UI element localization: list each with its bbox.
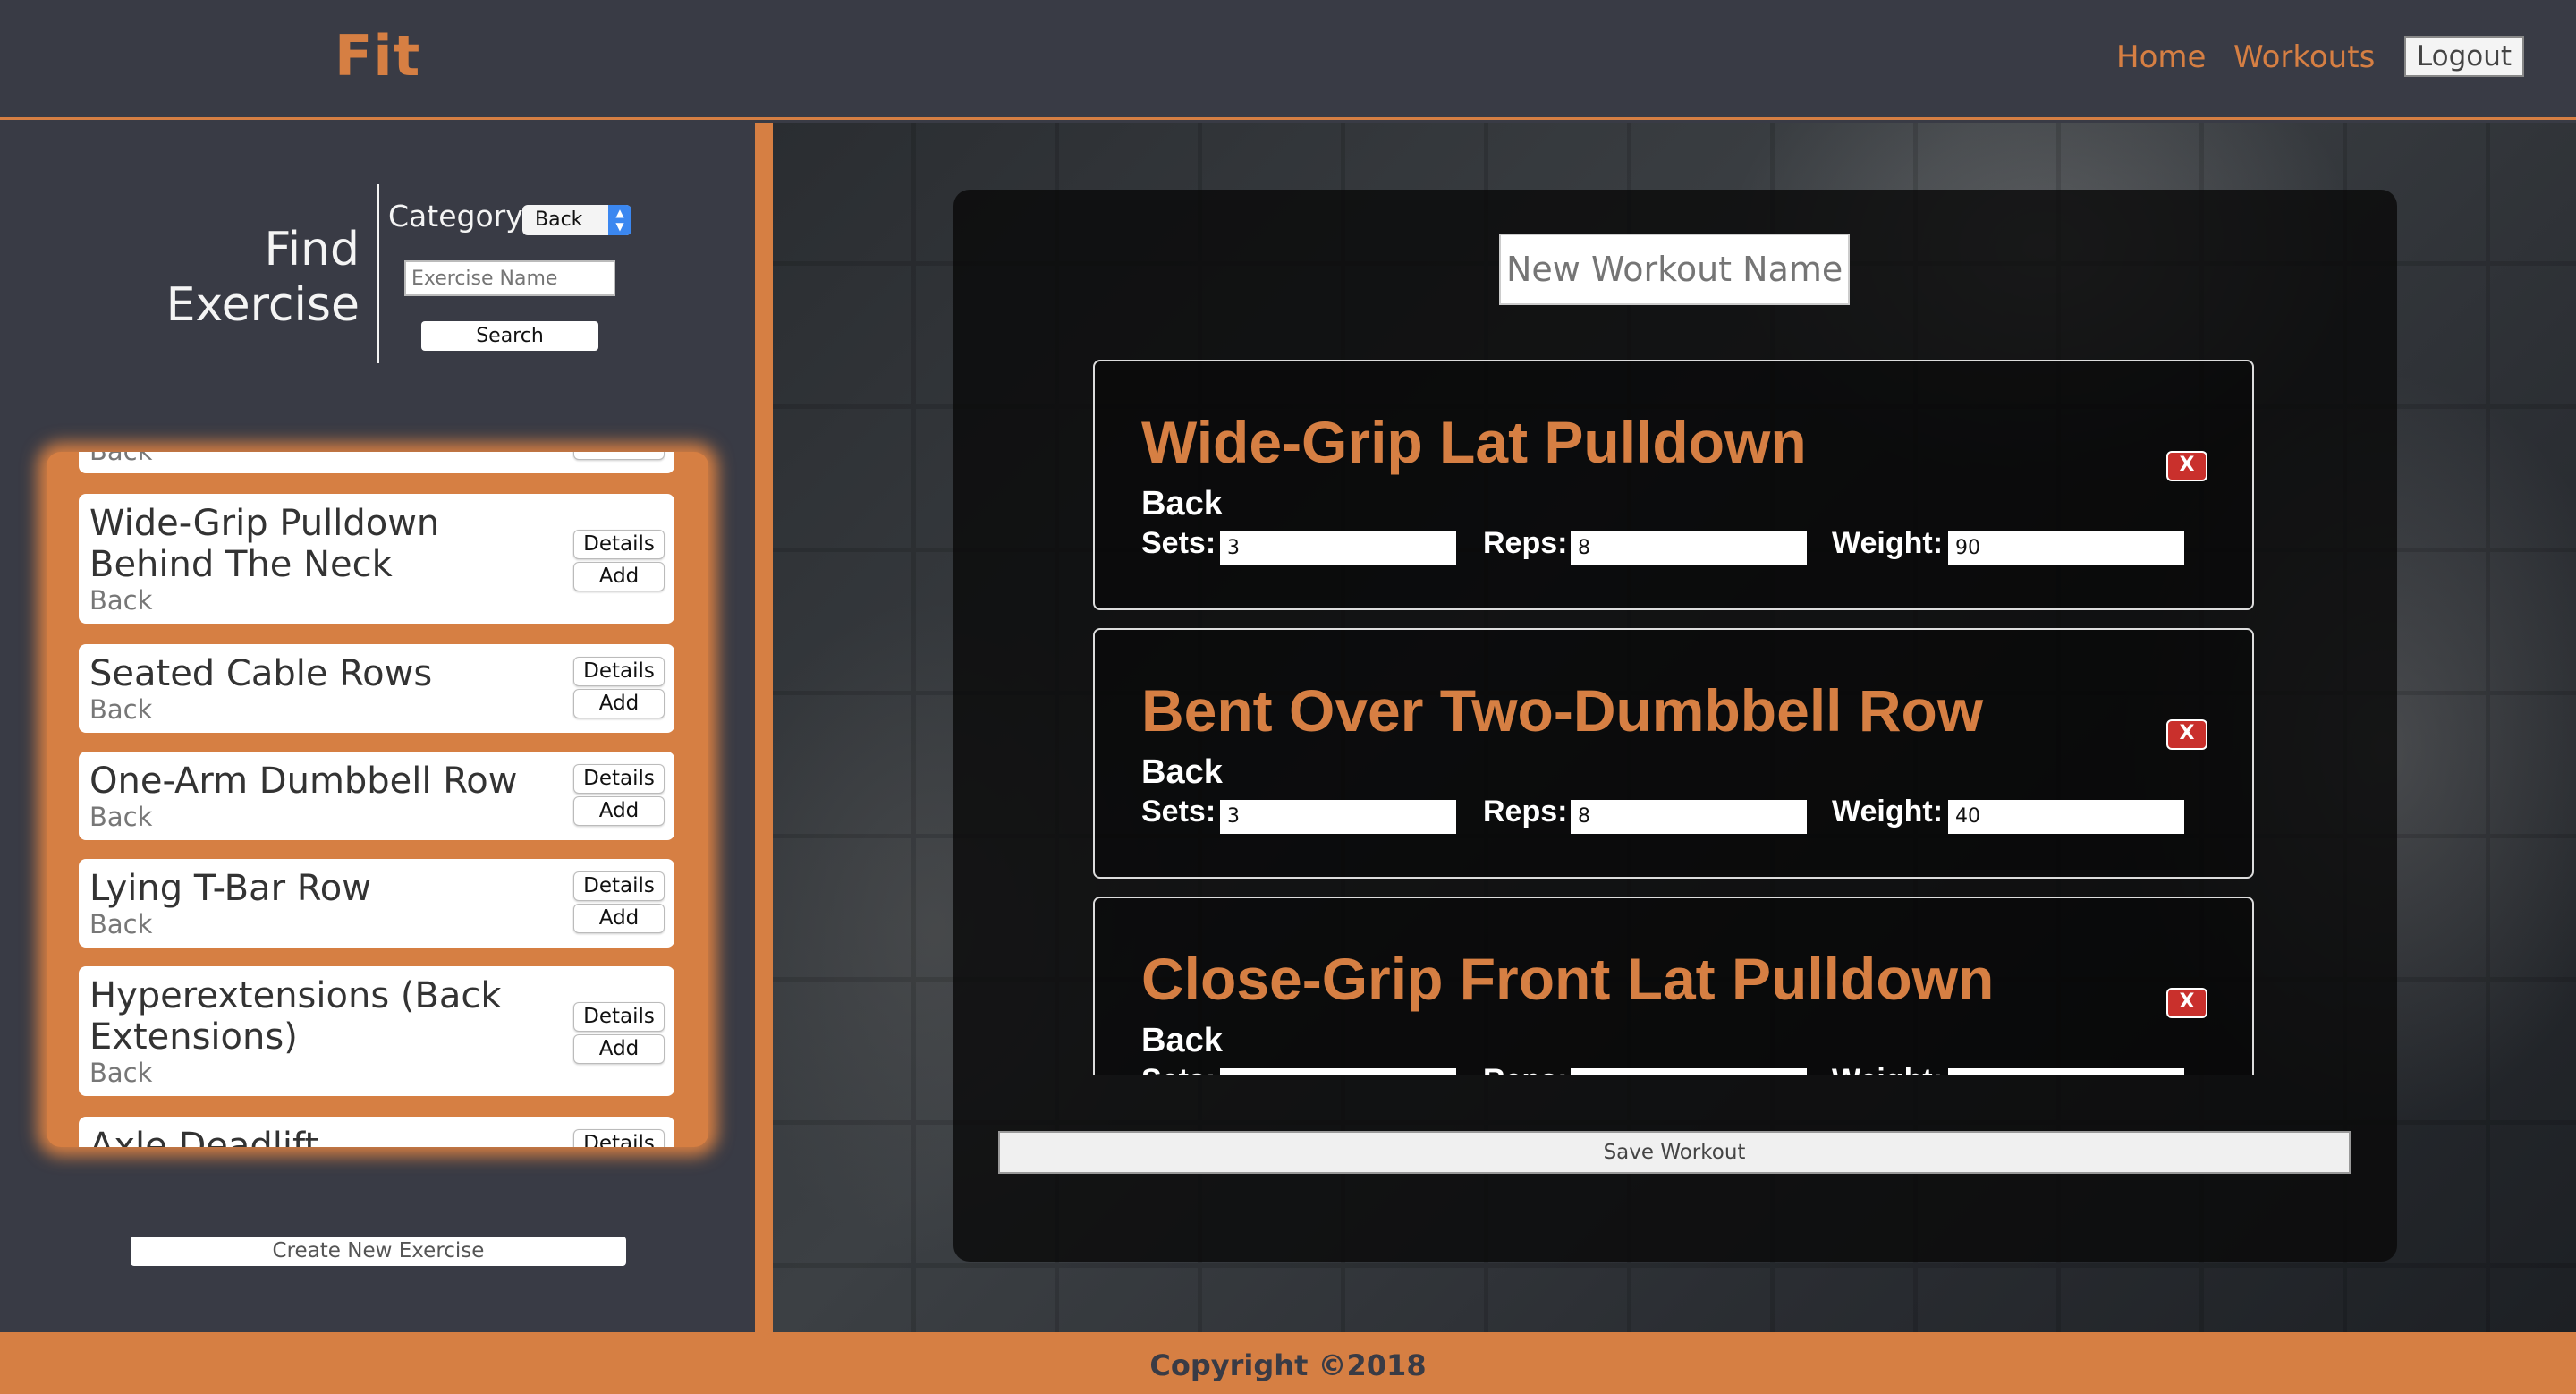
list-item: Axle Deadlift Details xyxy=(79,1117,674,1147)
exercise-name-input[interactable] xyxy=(404,260,615,296)
save-workout-button[interactable]: Save Workout xyxy=(998,1131,2351,1174)
list-item: One-Arm Dumbbell Row Back Details Add xyxy=(79,752,674,840)
reps-input[interactable]: 8 xyxy=(1571,800,1807,834)
exercise-name: Lying T-Bar Row xyxy=(89,868,371,909)
exercise-name: Axle Deadlift xyxy=(89,1126,319,1147)
details-button[interactable]: Details xyxy=(573,871,665,901)
exercise-name: Hyperextensions (Back Extensions) xyxy=(89,975,502,1058)
sets-label: Sets: xyxy=(1141,526,1216,560)
exercise-name: Wide-Grip Pulldown Behind The Neck xyxy=(89,503,440,585)
remove-exercise-button[interactable]: X xyxy=(2166,988,2207,1018)
reps-label: Reps: xyxy=(1483,526,1568,560)
sidebar-divider xyxy=(755,123,773,1332)
sets-label: Sets: xyxy=(1141,795,1216,829)
workout-exercise-category: Back xyxy=(1141,753,1223,791)
reps-label: Reps: xyxy=(1483,1063,1567,1075)
sets-input[interactable]: 3 xyxy=(1220,531,1456,565)
nav-home-link[interactable]: Home xyxy=(2116,39,2206,75)
select-arrows-icon: ▲ ▼ xyxy=(608,205,631,235)
add-exercise-button[interactable]: Add xyxy=(573,796,665,826)
exercise-category: Back xyxy=(89,452,152,466)
add-exercise-button[interactable]: Add xyxy=(573,1034,665,1064)
workout-exercise-list[interactable]: Wide-Grip Lat Pulldown Back X Sets: 3 Re… xyxy=(1093,360,2256,1075)
workout-exercise-category: Back xyxy=(1141,485,1223,523)
weight-label: Weight: xyxy=(1832,1063,1943,1075)
exercise-name: One-Arm Dumbbell Row xyxy=(89,761,518,802)
details-button[interactable]: Details xyxy=(573,1129,665,1147)
weight-input[interactable]: 90 xyxy=(1948,531,2184,565)
add-exercise-button[interactable]: Add xyxy=(573,562,665,591)
details-button[interactable]: Details xyxy=(573,1002,665,1032)
category-select[interactable]: Back ▲ ▼ xyxy=(522,205,631,235)
add-exercise-button[interactable]: Add xyxy=(573,904,665,933)
remove-exercise-button[interactable]: X xyxy=(2166,719,2207,750)
weight-label: Weight: xyxy=(1832,526,1944,560)
list-item: Wide-Grip Pulldown Behind The Neck Back … xyxy=(79,494,674,624)
exercise-category: Back xyxy=(89,802,153,832)
add-exercise-button[interactable]: Add xyxy=(573,689,665,718)
sets-input[interactable]: 3 xyxy=(1220,800,1456,834)
top-header: Fit Home Workouts Logout xyxy=(0,0,2576,120)
weight-label: Weight: xyxy=(1832,795,1944,829)
details-button[interactable]: Details xyxy=(573,657,665,686)
finder-divider xyxy=(377,184,379,363)
page-footer: Copyright ©2018 xyxy=(0,1332,2576,1394)
category-select-value: Back xyxy=(535,208,583,231)
exercise-category: Back xyxy=(89,1058,153,1088)
remove-exercise-button[interactable]: X xyxy=(2166,451,2207,481)
list-item: Lying T-Bar Row Back Details Add xyxy=(79,859,674,948)
exercise-category: Back xyxy=(89,694,153,725)
workout-exercise-category: Back xyxy=(1141,1022,1223,1059)
sets-label: Sets: xyxy=(1141,1063,1216,1075)
workout-exercise-card: Close-Grip Front Lat Pulldown Back X Set… xyxy=(1093,897,2254,1075)
exercise-category: Back xyxy=(89,585,153,616)
list-item: Seated Cable Rows Back Details Add xyxy=(79,644,674,733)
reps-label: Reps: xyxy=(1483,795,1568,829)
workout-exercise-name: Wide-Grip Lat Pulldown xyxy=(1141,409,1807,475)
create-new-exercise-button[interactable]: Create New Exercise xyxy=(131,1237,626,1266)
workout-exercise-name: Close-Grip Front Lat Pulldown xyxy=(1141,946,1995,1012)
reps-input[interactable]: 8 xyxy=(1571,531,1807,565)
sets-input[interactable] xyxy=(1220,1068,1456,1075)
nav-workouts-link[interactable]: Workouts xyxy=(2233,39,2375,75)
weight-input[interactable] xyxy=(1948,1068,2184,1075)
exercise-category: Back xyxy=(89,909,153,939)
app-logo[interactable]: Fit xyxy=(335,23,420,89)
copyright-text: Copyright ©2018 xyxy=(1149,1348,1427,1382)
details-button[interactable]: Details xyxy=(573,530,665,559)
search-button[interactable]: Search xyxy=(421,321,598,351)
exercise-name: Seated Cable Rows xyxy=(89,653,433,694)
list-item: Hyperextensions (Back Extensions) Back D… xyxy=(79,966,674,1096)
workout-name-input[interactable] xyxy=(1499,234,1850,305)
list-item: Back Add xyxy=(79,452,674,473)
find-exercise-title: Find Exercise xyxy=(165,223,360,332)
workout-exercise-card: Wide-Grip Lat Pulldown Back X Sets: 3 Re… xyxy=(1093,360,2254,610)
details-button[interactable]: Details xyxy=(573,764,665,794)
add-exercise-button[interactable]: Add xyxy=(573,452,665,460)
reps-input[interactable] xyxy=(1571,1068,1807,1075)
workout-exercise-card: Bent Over Two-Dumbbell Row Back X Sets: … xyxy=(1093,628,2254,879)
exercise-list[interactable]: Back Add Wide-Grip Pulldown Behind The N… xyxy=(79,452,678,1147)
workout-exercise-name: Bent Over Two-Dumbbell Row xyxy=(1141,677,1984,744)
weight-input[interactable]: 40 xyxy=(1948,800,2184,834)
category-label: Category xyxy=(388,199,523,234)
logout-button[interactable]: Logout xyxy=(2404,36,2524,77)
